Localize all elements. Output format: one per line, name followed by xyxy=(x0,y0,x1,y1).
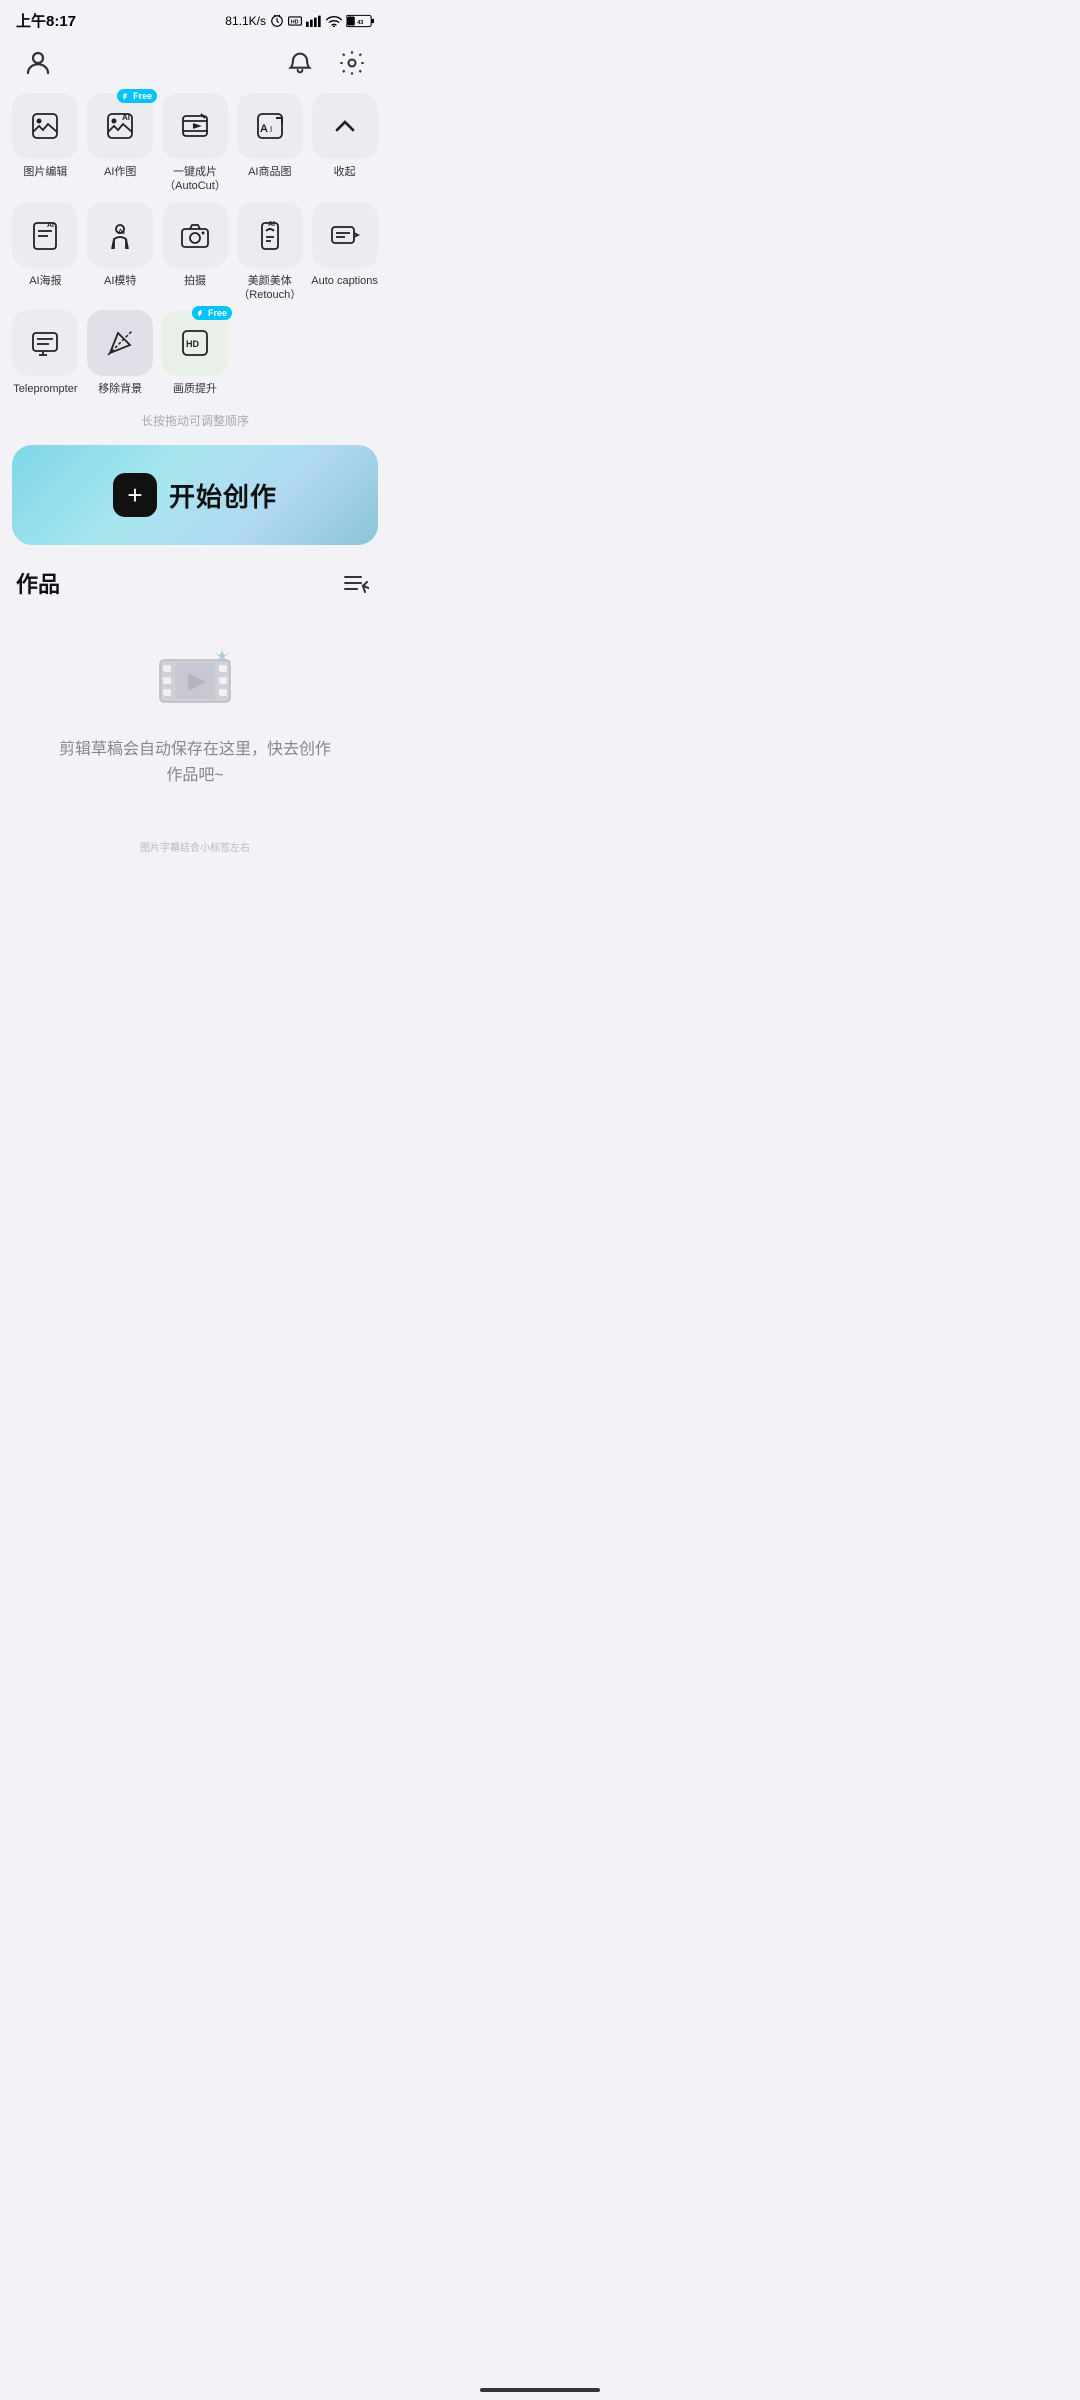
ai-draw-badge: Free xyxy=(117,89,157,103)
bell-icon xyxy=(286,49,314,77)
tool-img-edit[interactable]: 图片编辑 xyxy=(12,93,79,194)
film-icon-wrap xyxy=(145,641,245,721)
svg-text:43: 43 xyxy=(357,19,363,25)
svg-text:AI: AI xyxy=(47,222,54,229)
empty-cell-1 xyxy=(236,310,303,396)
tool-teleprompter[interactable]: Teleprompter xyxy=(12,310,79,396)
autocaptions-icon xyxy=(329,219,361,251)
enhance-icon: HD xyxy=(179,327,211,359)
create-plus-icon: + xyxy=(113,473,157,517)
remove-bg-icon xyxy=(104,327,136,359)
ai-product-icon: AI xyxy=(254,110,286,142)
ai-draw-icon: AI xyxy=(104,110,136,142)
drag-hint: 长按拖动可调整顺序 xyxy=(0,404,390,445)
img-edit-icon xyxy=(29,110,61,142)
retouch-icon: AI xyxy=(254,219,286,251)
tool-camera[interactable]: 拍摄 xyxy=(162,202,229,303)
tool-ai-model[interactable]: AI AI模特 xyxy=(87,202,154,303)
home-indicator xyxy=(480,2388,600,2392)
header xyxy=(0,37,390,93)
network-speed: 81.1K/s xyxy=(225,14,266,28)
tool-enhance-label: 画质提升 xyxy=(173,382,217,396)
settings-icon xyxy=(338,49,366,77)
film-reel-icon xyxy=(150,645,240,717)
tool-remove-bg-label: 移除背景 xyxy=(98,382,142,396)
battery-icon: 43 xyxy=(346,14,374,28)
notification-button[interactable] xyxy=(282,45,318,81)
tools-row-1: 图片编辑 Free AI AI作图 一键成片（AutoCut） AI AI商品图 xyxy=(12,93,378,194)
tool-ai-draw-label: AI作图 xyxy=(104,165,136,179)
svg-text:HD: HD xyxy=(291,19,299,25)
works-sort-button[interactable] xyxy=(338,565,374,601)
tool-autocut-label: 一键成片（AutoCut） xyxy=(164,165,226,194)
tool-retouch[interactable]: AI 美颜美体（Retouch） xyxy=(236,202,303,303)
tool-autocut[interactable]: 一键成片（AutoCut） xyxy=(162,93,229,194)
tool-ai-model-label: AI模特 xyxy=(104,274,136,288)
camera-icon xyxy=(179,219,211,251)
tool-collapse-label: 收起 xyxy=(334,165,356,179)
svg-text:HD: HD xyxy=(186,339,199,349)
tool-enhance[interactable]: Free HD 画质提升 xyxy=(162,310,229,396)
tool-img-edit-label: 图片编辑 xyxy=(23,165,67,179)
empty-cell-2 xyxy=(311,310,378,396)
empty-state-text: 剪辑草稿会自动保存在这里，快去创作作品吧~ xyxy=(59,737,331,788)
collapse-icon xyxy=(329,110,361,142)
tool-collapse[interactable]: 收起 xyxy=(311,93,378,194)
hd-icon: HD xyxy=(288,16,302,26)
ai-poster-icon: AI xyxy=(29,219,61,251)
signal-icon xyxy=(306,15,322,27)
wifi-icon xyxy=(326,15,342,27)
tool-ai-poster[interactable]: AI AI海报 xyxy=(12,202,79,303)
tool-teleprompter-label: Teleprompter xyxy=(13,382,77,396)
status-right: 81.1K/s HD 43 xyxy=(225,14,374,28)
ai-model-icon: AI xyxy=(104,219,136,251)
svg-text:AI: AI xyxy=(118,229,125,236)
tool-ai-product-label: AI商品图 xyxy=(248,165,291,179)
status-bar: 上午8:17 81.1K/s HD 43 xyxy=(0,0,390,37)
tool-camera-label: 拍摄 xyxy=(184,274,206,288)
teleprompter-icon xyxy=(29,327,61,359)
svg-text:AI: AI xyxy=(122,113,130,122)
user-icon xyxy=(23,48,53,78)
watermark: 图片字幕结合小标签左右 xyxy=(0,829,390,864)
user-avatar-button[interactable] xyxy=(20,45,56,81)
tool-autocaptions-label: Auto captions xyxy=(311,274,378,288)
create-text: 开始创作 xyxy=(169,477,277,514)
tool-retouch-label: 美颜美体（Retouch） xyxy=(238,274,301,303)
enhance-badge: Free xyxy=(192,306,232,320)
tools-row-3: Teleprompter 移除背景 Free HD 画质提升 xyxy=(12,310,378,396)
svg-text:AI: AI xyxy=(268,221,275,228)
tool-ai-draw[interactable]: Free AI AI作图 xyxy=(87,93,154,194)
tool-autocaptions[interactable]: Auto captions xyxy=(311,202,378,303)
autocut-icon xyxy=(179,110,211,142)
svg-text:I: I xyxy=(270,125,272,134)
works-header: 作品 xyxy=(16,565,374,601)
tool-ai-poster-label: AI海报 xyxy=(29,274,61,288)
tools-row-2: AI AI海报 AI AI模特 拍摄 AI 美颜美体（Retouch） xyxy=(12,202,378,303)
create-button[interactable]: + 开始创作 xyxy=(12,445,378,545)
works-section: 作品 xyxy=(0,565,390,828)
empty-state: 剪辑草稿会自动保存在这里，快去创作作品吧~ xyxy=(16,621,374,828)
svg-text:A: A xyxy=(260,123,268,135)
tool-ai-product[interactable]: AI AI商品图 xyxy=(236,93,303,194)
tools-section: 图片编辑 Free AI AI作图 一键成片（AutoCut） AI AI商品图 xyxy=(0,93,390,396)
header-actions xyxy=(282,45,370,81)
create-btn-inner: + 开始创作 xyxy=(113,473,277,517)
tool-remove-bg[interactable]: 移除背景 xyxy=(87,310,154,396)
status-time: 上午8:17 xyxy=(16,10,76,31)
sort-edit-icon xyxy=(343,572,369,594)
works-title: 作品 xyxy=(16,567,60,599)
alarm-icon xyxy=(270,14,284,28)
settings-button[interactable] xyxy=(334,45,370,81)
